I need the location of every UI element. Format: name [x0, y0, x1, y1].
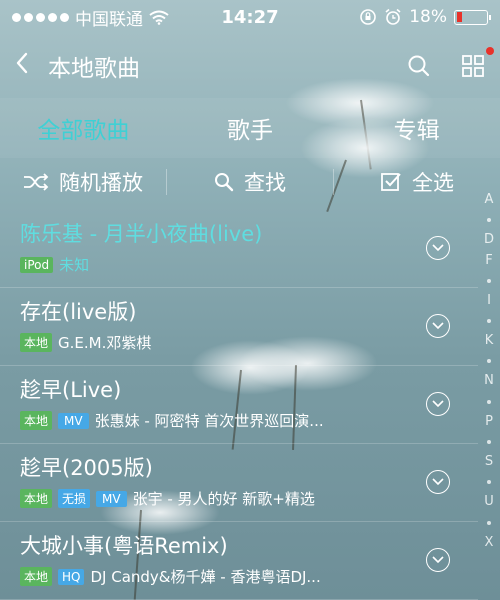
- chevron-left-icon: [16, 52, 28, 73]
- song-artist: G.E.M.邓紫棋: [58, 334, 152, 352]
- expand-button[interactable]: [426, 314, 450, 338]
- mv-badge[interactable]: MV: [58, 412, 89, 429]
- grid-icon: [462, 55, 484, 77]
- shuffle-label: 随机播放: [59, 171, 143, 195]
- notification-dot: [486, 47, 494, 55]
- search-icon: [215, 173, 234, 192]
- index-dot: [487, 278, 491, 283]
- source-badge: iPod: [20, 256, 54, 273]
- shuffle-icon: [24, 173, 49, 191]
- song-title: 大城小事(粤语Remix): [20, 534, 228, 558]
- quality-badge: 无损: [58, 489, 91, 508]
- list-item[interactable]: 趁早(Live) 本地 MV 张惠妹 - 阿密特 首次世界巡回演...: [0, 366, 478, 444]
- index-letter[interactable]: F: [485, 251, 492, 271]
- index-dot: [487, 440, 491, 445]
- source-badge: 本地: [20, 333, 53, 352]
- shuffle-play-button[interactable]: 随机播放: [0, 167, 166, 197]
- list-item[interactable]: 趁早(2005版) 本地 无损 MV 张宇 - 男人的好 新歌+精选: [0, 444, 478, 522]
- tab-artists[interactable]: 歌手: [167, 98, 334, 158]
- quality-badge: HQ: [58, 568, 85, 585]
- find-label: 查找: [244, 171, 286, 195]
- checkbox-icon: [381, 173, 401, 191]
- navigation-bar: 本地歌曲: [0, 34, 500, 98]
- source-badge: 本地: [20, 567, 53, 586]
- chevron-down-icon: [432, 244, 444, 252]
- expand-button[interactable]: [426, 470, 450, 494]
- search-button[interactable]: [406, 53, 432, 79]
- expand-button[interactable]: [426, 392, 450, 416]
- status-bar: 中国联通 14:27 18%: [0, 0, 500, 34]
- grid-menu-button[interactable]: [460, 47, 494, 79]
- page-title: 本地歌曲: [48, 56, 140, 82]
- chevron-down-icon: [432, 556, 444, 564]
- index-letter[interactable]: N: [484, 371, 494, 391]
- song-artist: DJ Candy&杨千嬅 - 香港粤语DJ...: [90, 568, 321, 586]
- index-dot: [487, 319, 491, 324]
- list-item[interactable]: 陈乐基 - 月半小夜曲(live) iPod 未知: [0, 210, 478, 288]
- tab-all-songs[interactable]: 全部歌曲: [0, 98, 167, 158]
- index-letter[interactable]: I: [487, 291, 491, 311]
- index-letter[interactable]: P: [485, 412, 493, 432]
- select-all-label: 全选: [412, 171, 454, 195]
- chevron-down-icon: [432, 322, 444, 330]
- song-list: 陈乐基 - 月半小夜曲(live) iPod 未知 存在(live版) 本地 G…: [0, 210, 478, 600]
- tab-bar: 全部歌曲 歌手 专辑: [0, 98, 500, 158]
- index-dot: [487, 399, 491, 404]
- index-letter[interactable]: X: [485, 533, 494, 553]
- back-button[interactable]: [14, 51, 42, 82]
- chevron-down-icon: [432, 478, 444, 486]
- alphabet-index[interactable]: A D F I K N P S U X: [478, 190, 500, 553]
- mv-badge[interactable]: MV: [96, 490, 127, 507]
- index-dot: [487, 359, 491, 364]
- index-letter[interactable]: A: [485, 190, 494, 210]
- song-title: 趁早(Live): [20, 378, 122, 402]
- list-item[interactable]: 大城小事(粤语Remix) 本地 HQ DJ Candy&杨千嬅 - 香港粤语D…: [0, 522, 478, 600]
- battery-fill: [456, 12, 462, 22]
- chevron-down-icon: [432, 400, 444, 408]
- song-artist: 张惠妹 - 阿密特 首次世界巡回演...: [94, 412, 324, 430]
- song-title: 趁早(2005版): [20, 456, 153, 480]
- action-bar: 随机播放 查找 全选: [0, 158, 500, 206]
- index-letter[interactable]: S: [485, 452, 493, 472]
- status-time: 14:27: [221, 6, 279, 28]
- expand-button[interactable]: [426, 548, 450, 572]
- select-all-button[interactable]: 全选: [333, 169, 500, 195]
- index-letter[interactable]: D: [484, 230, 494, 250]
- index-dot: [487, 520, 491, 525]
- expand-button[interactable]: [426, 236, 450, 260]
- battery-icon: [454, 9, 491, 25]
- search-icon: [408, 55, 430, 77]
- source-badge: 本地: [20, 411, 53, 430]
- index-letter[interactable]: K: [485, 331, 494, 351]
- song-title: 存在(live版): [20, 300, 137, 324]
- tab-albums[interactable]: 专辑: [333, 98, 500, 158]
- song-title: 陈乐基 - 月半小夜曲(live): [20, 222, 263, 246]
- index-letter[interactable]: U: [484, 492, 494, 512]
- list-item[interactable]: 存在(live版) 本地 G.E.M.邓紫棋: [0, 288, 478, 366]
- index-dot: [487, 218, 491, 223]
- find-button[interactable]: 查找: [166, 169, 333, 195]
- index-dot: [487, 480, 491, 485]
- song-artist: 张宇 - 男人的好 新歌+精选: [132, 490, 315, 508]
- source-badge: 本地: [20, 489, 53, 508]
- song-artist: 未知: [59, 256, 90, 274]
